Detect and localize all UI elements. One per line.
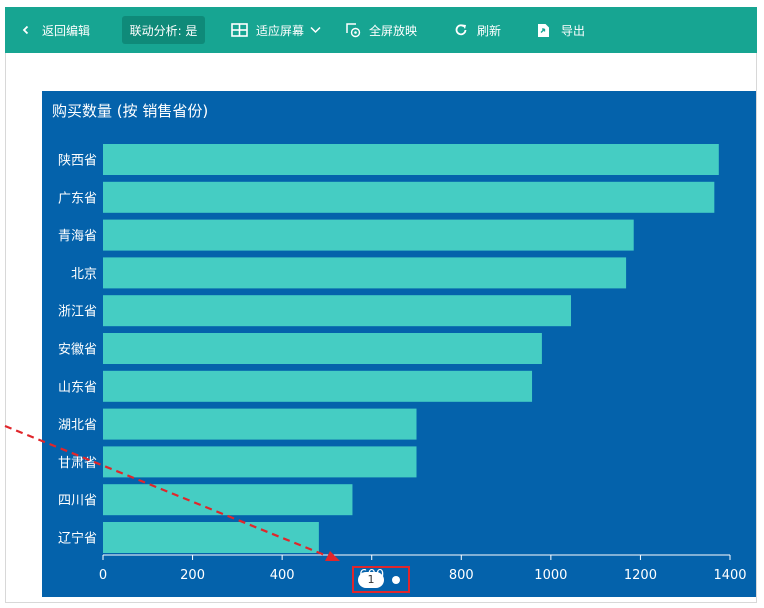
bar-1[interactable] xyxy=(103,181,715,213)
bar-8[interactable] xyxy=(103,446,417,478)
x-tick-label: 1000 xyxy=(534,568,567,583)
category-label: 北京 xyxy=(71,267,97,282)
x-tick-label: 1200 xyxy=(624,568,657,583)
bar-4[interactable] xyxy=(103,295,572,327)
x-tick-label: 400 xyxy=(270,568,295,583)
category-label: 广东省 xyxy=(58,191,97,206)
category-label: 湖北省 xyxy=(58,418,97,433)
category-label: 安徽省 xyxy=(58,343,97,358)
x-tick-label: 1400 xyxy=(713,568,746,583)
x-tick-label: 200 xyxy=(180,568,205,583)
category-label: 山东省 xyxy=(58,380,97,395)
bar-9[interactable] xyxy=(103,484,353,516)
bar-10[interactable] xyxy=(103,522,319,553)
annotation-arrowhead xyxy=(325,551,340,561)
category-label: 四川省 xyxy=(58,494,97,509)
category-label: 陕西省 xyxy=(58,154,97,169)
bar-3[interactable] xyxy=(103,257,627,289)
bar-6[interactable] xyxy=(103,370,533,402)
bar-0[interactable] xyxy=(103,144,719,175)
bar-7[interactable] xyxy=(103,408,417,440)
x-tick-label: 0 xyxy=(99,568,107,583)
bar-5[interactable] xyxy=(103,333,542,364)
category-label: 辽宁省 xyxy=(58,531,97,547)
pagination-highlight-box xyxy=(352,566,410,593)
category-label: 甘肃省 xyxy=(58,456,97,471)
x-tick-label: 800 xyxy=(449,568,474,583)
bar-chart: 陕西省广东省青海省北京浙江省安徽省山东省湖北省甘肃省四川省辽宁省02004006… xyxy=(4,144,747,583)
category-label: 青海省 xyxy=(58,229,97,244)
bar-2[interactable] xyxy=(103,219,634,251)
category-label: 浙江省 xyxy=(58,305,97,320)
